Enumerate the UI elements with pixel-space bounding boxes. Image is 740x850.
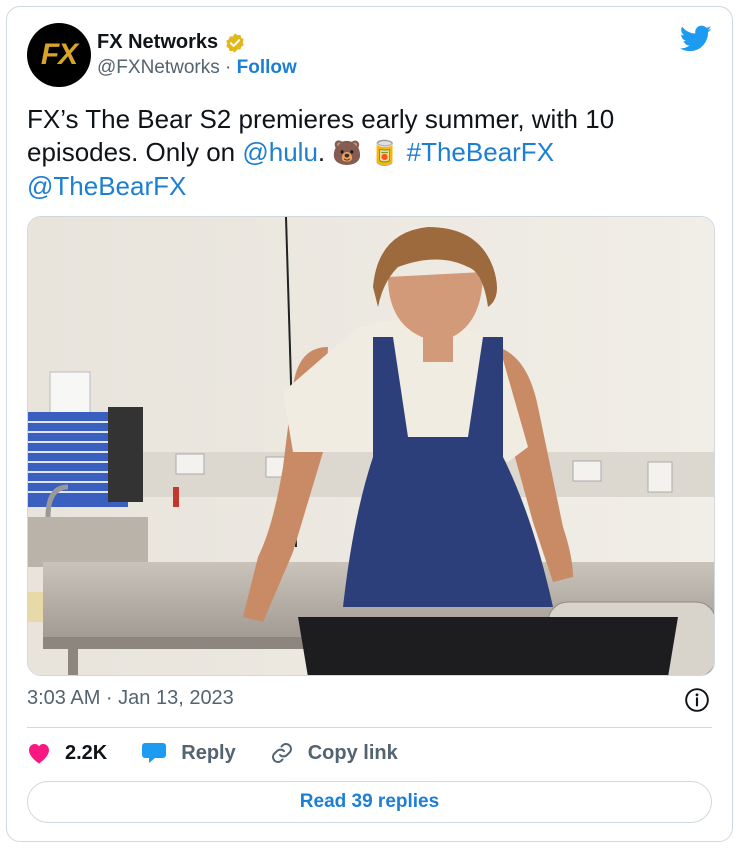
hashtag-link[interactable]: #TheBearFX [407, 137, 554, 167]
verified-badge-icon [226, 32, 244, 53]
avatar[interactable]: FX [27, 23, 91, 87]
tweet-timestamp[interactable]: 3:03 AM · Jan 13, 2023 [27, 687, 234, 710]
copy-link-label: Copy link [307, 741, 398, 764]
mention-show-link[interactable]: @TheBearFX [27, 171, 186, 201]
tweet-text: FX’s The Bear S2 premieres early summer,… [27, 103, 707, 203]
mention-hulu-link[interactable]: @hulu [242, 137, 318, 167]
bear-emoji-icon: 🐻 [332, 140, 363, 167]
name-row: FX Networks [97, 31, 246, 54]
like-count: 2.2K [65, 741, 108, 764]
like-button[interactable]: 2.2K [27, 742, 107, 765]
handle-row: @FXNetworks · Follow [97, 57, 297, 79]
twitter-bird-icon[interactable] [680, 25, 712, 53]
read-replies-button[interactable]: Read 39 replies [27, 781, 712, 823]
avatar-logo-text: FX [40, 38, 78, 71]
handle[interactable]: @FXNetworks [97, 57, 220, 78]
read-replies-label: Read 39 replies [299, 791, 440, 812]
separator: · [225, 57, 232, 78]
display-name[interactable]: FX Networks [97, 31, 218, 54]
tweet-card: FX FX Networks @FXNetworks · Follow FX’s… [6, 6, 733, 842]
speech-bubble-icon [142, 743, 167, 763]
info-icon[interactable] [684, 687, 710, 713]
divider [27, 727, 712, 728]
tweet-text-part2: . [317, 137, 333, 167]
copy-link-button[interactable]: Copy link [270, 741, 398, 765]
action-bar: 2.2K Reply Copy link [27, 741, 432, 765]
link-icon [271, 743, 292, 763]
can-emoji-icon: 🥫 [369, 140, 400, 167]
tweet-photo[interactable] [27, 216, 715, 676]
heart-icon [29, 744, 49, 764]
reply-label: Reply [181, 741, 236, 764]
chef-kitchen-photo [28, 217, 714, 675]
follow-button[interactable]: Follow [237, 57, 297, 78]
reply-button[interactable]: Reply [141, 741, 236, 765]
